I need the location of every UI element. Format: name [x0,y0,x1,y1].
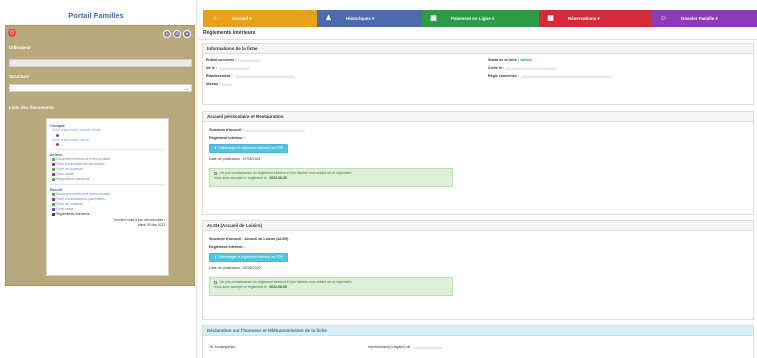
doc-link[interactable]: Règlements intérieurs [52,212,165,217]
alsh-heading: ALSH (Accueil de Loisirs) [203,221,753,231]
regle-field: Règle concernée : [488,74,611,78]
structure-label: Structure [9,74,30,79]
liste-documents-label: Liste des documents [9,105,54,110]
divider [198,39,757,40]
divider [50,184,165,185]
sidebar-tools: ⌕ ✉ ● [163,30,191,38]
portal-title: Portail Familles [68,11,124,20]
status-dot [56,133,59,137]
chevron-down-icon: ⌄ [184,86,189,92]
status-square-icon [52,163,55,166]
tab-reservations[interactable]: ▦ Réservations ▾ [539,10,652,27]
status-square-icon [52,213,55,216]
tab-label: Accueil ▾ [232,15,252,21]
last-update-date: Mardi 09 Mai 2023 [137,222,165,227]
declaration-left: Je, soussigné(e) [209,345,236,349]
niveau-field: Niveau : [206,82,232,86]
tab-label: Paiement en Ligne ▾ [451,15,495,21]
declaration-right: représentant(e) légal(e) de [368,345,443,349]
family-icon: ☺ [659,15,668,22]
acceptance-date: 2022-06-08 [269,176,287,180]
creee-field: Créée le : [488,66,557,70]
acceptance-checkbox[interactable] [214,280,217,284]
etablissement-field: Établissement : [206,74,295,78]
status-square-icon [52,178,55,181]
reglement-field: Règlement intérieur : [209,245,245,249]
status-square-icon [52,168,55,171]
sidebar: Portail Familles ⏻ ⌕ ✉ ● Utilisateur Str… [0,0,197,358]
publication-date: Date de publication : 02/05/2022 [209,266,261,270]
tab-accueil[interactable]: ⌂ Accueil ▾ [203,10,317,27]
download-pdf-button[interactable]: ⬇ Télécharger le règlement intérieur au … [209,144,289,153]
declaration-heading: Déclaration sur l'honneur et télétransmi… [203,326,753,336]
status-dot [56,143,59,146]
main-content: Règlements intérieurs Informations de la… [198,27,757,358]
structure-select[interactable]: ⌄ [9,84,192,92]
structure-field: Structure d'accueil : [209,128,306,132]
declaration-card: Déclaration sur l'honneur et télétransmi… [202,325,754,358]
tab-label: Réservations ▾ [568,15,600,21]
mail-icon[interactable]: ✉ [173,30,181,38]
acceptance-checkbox[interactable] [214,171,217,175]
status-square-icon [52,203,55,206]
tab-label: Dossier Famille ▾ [681,15,718,21]
download-pdf-button[interactable]: ⬇ Télécharger le règlement intérieur au … [209,253,289,262]
acceptance-box: J'ai pris connaissance du règlement inté… [209,168,453,187]
user-icon: ♟ [325,15,332,22]
calendar-icon: ▦ [547,15,554,22]
documents-list: Compte Fiche responsable compte famille … [46,118,169,276]
top-nav: ⌂ Accueil ▾ ♟ Historiques ▾ ▣ Paiement e… [203,10,757,27]
status-square-icon [52,158,55,161]
payment-icon: ▣ [430,15,437,22]
tab-label: Historiques ▾ [346,15,375,21]
utilisateur-label: Utilisateur [9,45,32,50]
structure-field: Structure d'accueil : Accueil de Loisirs… [209,237,289,241]
periscolaire-heading: Accueil périscolaire et Restauration [203,112,753,122]
statut-field: Statut de la fiche : Validée [488,58,533,62]
tab-historiques[interactable]: ♟ Historiques ▾ [317,10,422,27]
doc-link[interactable]: Règlements intérieurs [52,177,165,182]
status-square-icon [52,193,55,196]
power-icon[interactable]: ⏻ [8,29,16,37]
search-icon[interactable]: ⌕ [163,30,171,38]
user-icon[interactable]: ● [183,30,191,38]
reglement-field: Règlement intérieur : [209,136,245,140]
status-square-icon [52,173,55,176]
info-heading: Informations de la fiche [203,44,753,54]
divider [50,149,165,150]
acceptance-box: J'ai pris connaissance du règlement inté… [209,277,453,296]
utilisateur-field[interactable] [9,59,192,67]
page-title: Règlements intérieurs [203,30,256,36]
publication-date: Date de publication : 07/05/2021 [209,157,261,161]
info-card: Informations de la fiche Enfant concerné… [202,43,754,105]
tab-dossier-famille[interactable]: ☺ Dossier Famille ▾ [652,10,757,27]
tab-paiement[interactable]: ▣ Paiement en Ligne ▾ [422,10,539,27]
last-update: Dernière mise à jour des données : Mardi… [50,218,165,227]
home-icon: ⌂ [212,15,217,22]
ne-field: Né le : [206,66,249,70]
acceptance-date: 2022-06-08 [269,285,287,289]
enfant-field: Enfant concerné : [206,58,261,62]
status-square-icon [52,208,55,211]
alsh-card: ALSH (Accueil de Loisirs) Structure d'ac… [202,220,754,320]
sidebar-panel: ⏻ ⌕ ✉ ● Utilisateur Structure ⌄ Liste de… [5,25,195,286]
periscolaire-card: Accueil périscolaire et Restauration Str… [202,111,754,215]
status-square-icon [52,198,55,201]
